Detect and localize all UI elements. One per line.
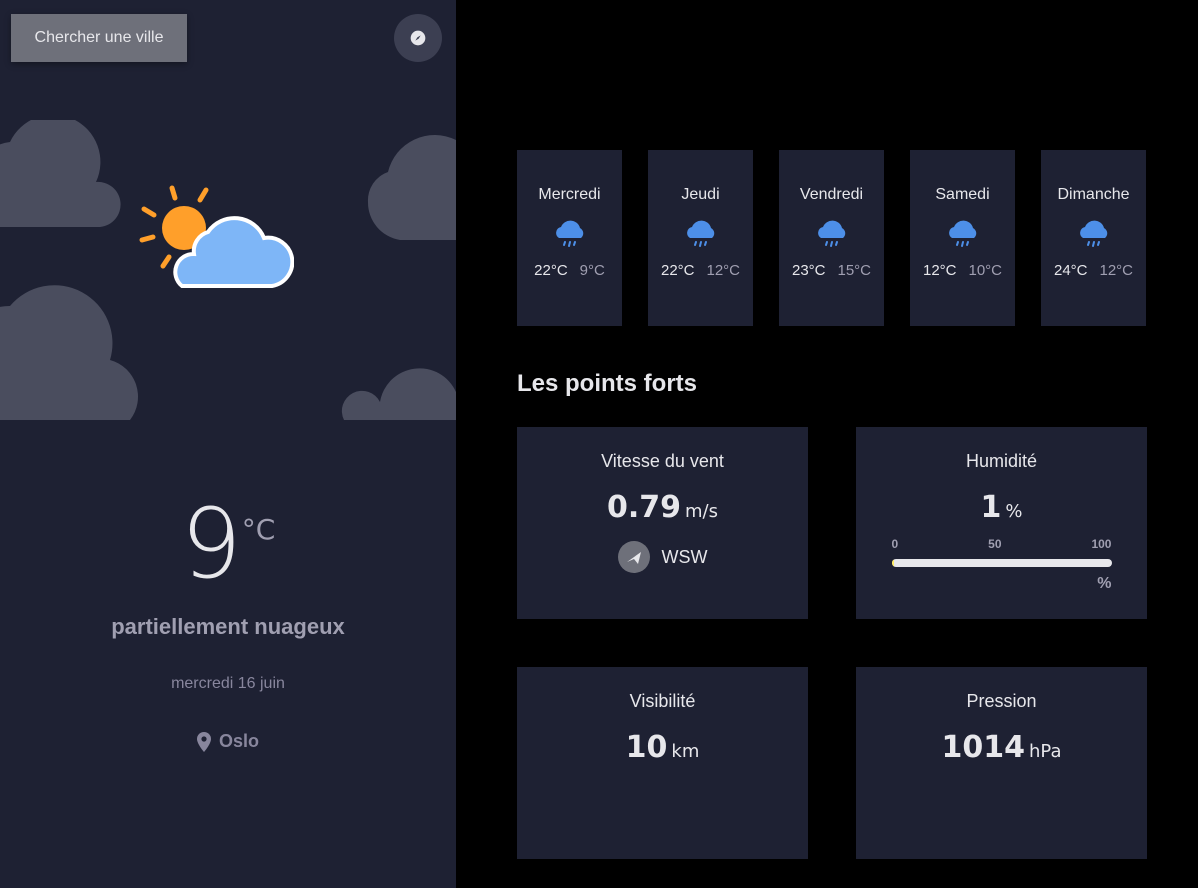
- rain-icon: [817, 220, 845, 247]
- pressure-title: Pression: [966, 691, 1037, 711]
- pressure-value: 1014 hPa: [856, 730, 1147, 765]
- current-date: mercredi 16 juin: [171, 675, 285, 692]
- forecast-max: 22°C: [660, 262, 695, 279]
- humidity-number: 1: [980, 490, 1002, 525]
- visibility-number: 10: [625, 730, 668, 765]
- location-name: Oslo: [218, 731, 259, 751]
- forecast-card-0: Mercredi 22°C 9°C: [517, 150, 622, 326]
- forecast-card-1: Jeudi 22°C 12°C: [648, 150, 753, 326]
- temperature-unit: °C: [241, 513, 276, 546]
- humidity-bar-track: [891, 559, 1112, 567]
- forecast-max: 22°C: [534, 262, 568, 279]
- rain-icon: [555, 220, 583, 247]
- navigation-arrow-icon: [626, 552, 641, 564]
- humidity-title: Humidité: [965, 451, 1038, 471]
- visibility-value: 10 km: [517, 730, 808, 765]
- current-location: Oslo: [0, 731, 456, 752]
- pressure-number: 1014: [941, 730, 1026, 765]
- current-weather-panel: Chercher une ville 9°C partiellement nua…: [0, 0, 456, 888]
- temperature-value: 9: [180, 488, 242, 600]
- map-pin-icon: [196, 731, 211, 752]
- humidity-value: 1%: [856, 490, 1147, 525]
- humidity-card: Humidité 1% 0 50 100 %: [856, 427, 1147, 619]
- forecast-min: 12°C: [706, 262, 741, 279]
- partly-cloudy-icon: [139, 185, 294, 288]
- scale-label-0: 0: [891, 537, 899, 551]
- forecast-min: 12°C: [1099, 262, 1134, 279]
- wind-speed-card: Vitesse du vent 0.79 m/s WSW: [517, 427, 808, 619]
- highlights-title: Les points forts: [517, 370, 698, 397]
- rain-icon: [686, 220, 714, 247]
- search-city-button[interactable]: Chercher une ville: [11, 14, 187, 62]
- forecast-min: 9°C: [579, 262, 605, 279]
- forecast-day: Dimanche: [1057, 186, 1130, 203]
- forecast-max: 23°C: [791, 262, 826, 279]
- weather-condition: partiellement nuageux: [111, 614, 345, 639]
- scale-label-100: 100: [1091, 537, 1112, 551]
- humidity-bar-unit: %: [1097, 575, 1112, 592]
- wind-direction: WSW: [517, 541, 808, 573]
- visibility-unit: km: [671, 741, 700, 762]
- visibility-title: Visibilité: [629, 691, 696, 711]
- rain-icon: [948, 220, 976, 247]
- wind-direction-label: WSW: [661, 546, 708, 567]
- humidity-progress: 0 50 100 %: [891, 537, 1112, 593]
- forecast-day: Samedi: [935, 186, 990, 203]
- forecast-min: 15°C: [837, 262, 872, 279]
- wind-direction-badge: [617, 541, 650, 573]
- wind-value: 0.79 m/s: [517, 490, 808, 525]
- compass-icon: [410, 30, 426, 46]
- forecast-max: 12°C: [922, 262, 957, 279]
- pressure-card: Pression 1014 hPa: [856, 667, 1147, 859]
- wind-unit: m/s: [685, 501, 718, 522]
- locate-button[interactable]: [394, 14, 442, 62]
- wind-title: Vitesse du vent: [601, 451, 724, 471]
- forecast-day: Vendredi: [799, 186, 864, 203]
- forecast-day: Mercredi: [538, 186, 601, 203]
- forecast-card-2: Vendredi 23°C 15°C: [779, 150, 884, 326]
- forecast-card-4: Dimanche 24°C 12°C: [1041, 150, 1146, 326]
- wind-speed: 0.79: [606, 490, 682, 525]
- humidity-unit: %: [1005, 501, 1023, 522]
- humidity-bar-fill: [891, 559, 894, 567]
- current-temperature: 9°C: [0, 488, 456, 600]
- forecast-day: Jeudi: [681, 186, 720, 203]
- visibility-card: Visibilité 10 km: [517, 667, 808, 859]
- forecast-card-3: Samedi 12°C 10°C: [910, 150, 1015, 326]
- forecast-min: 10°C: [968, 262, 1003, 279]
- scale-label-50: 50: [988, 537, 1002, 551]
- forecast-max: 24°C: [1053, 262, 1088, 279]
- rain-icon: [1079, 220, 1107, 247]
- pressure-unit: hPa: [1029, 741, 1062, 762]
